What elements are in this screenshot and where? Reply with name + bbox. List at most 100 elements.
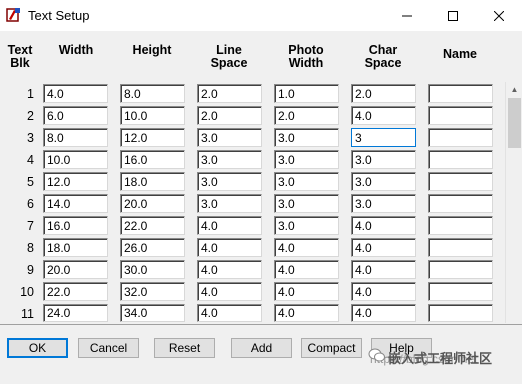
photo-width-field[interactable] [274, 304, 339, 322]
height-field[interactable] [120, 216, 185, 235]
watermark-brand: 嵌入式工程师社区 [388, 351, 493, 366]
row-number: 2 [27, 109, 34, 123]
width-field[interactable] [43, 282, 108, 301]
line-space-field[interactable] [197, 216, 262, 235]
title-bar: Text Setup [0, 0, 522, 31]
line-space-field[interactable] [197, 238, 262, 257]
cancel-button[interactable]: Cancel [78, 338, 139, 358]
line-space-field[interactable] [197, 106, 262, 125]
window-title: Text Setup [28, 8, 90, 23]
name-field[interactable] [428, 128, 493, 147]
header-text-blk: Text Blk [7, 43, 33, 70]
width-field[interactable] [43, 238, 108, 257]
width-field[interactable] [43, 106, 108, 125]
name-field[interactable] [428, 194, 493, 213]
char-space-field[interactable] [351, 282, 416, 301]
height-field[interactable] [120, 128, 185, 147]
close-button[interactable] [476, 0, 522, 31]
width-field[interactable] [43, 150, 108, 169]
height-field[interactable] [120, 150, 185, 169]
height-field[interactable] [120, 84, 185, 103]
photo-width-field[interactable] [274, 282, 339, 301]
name-field[interactable] [428, 150, 493, 169]
photo-width-field[interactable] [274, 216, 339, 235]
name-field[interactable] [428, 172, 493, 191]
header-width: Width [58, 43, 94, 57]
line-space-field[interactable] [197, 128, 262, 147]
line-space-field[interactable] [197, 84, 262, 103]
photo-width-field[interactable] [274, 172, 339, 191]
header-line-space: Line Space [210, 43, 248, 70]
char-space-field[interactable] [351, 150, 416, 169]
divider [0, 324, 522, 325]
width-field[interactable] [43, 172, 108, 191]
width-field[interactable] [43, 260, 108, 279]
row-number: 5 [27, 175, 34, 189]
minimize-button[interactable] [384, 0, 430, 31]
height-field[interactable] [120, 282, 185, 301]
ok-button[interactable]: OK [7, 338, 68, 358]
photo-width-field[interactable] [274, 106, 339, 125]
width-field[interactable] [43, 194, 108, 213]
name-field[interactable] [428, 106, 493, 125]
line-space-field[interactable] [197, 194, 262, 213]
row-number: 7 [27, 219, 34, 233]
line-space-field[interactable] [197, 260, 262, 279]
row-number: 10 [20, 285, 34, 299]
name-field[interactable] [428, 260, 493, 279]
row-number: 9 [27, 263, 34, 277]
photo-width-field[interactable] [274, 84, 339, 103]
width-field[interactable] [43, 216, 108, 235]
vertical-scrollbar[interactable]: ▲ [505, 82, 522, 323]
char-space-field[interactable] [351, 172, 416, 191]
name-field[interactable] [428, 84, 493, 103]
name-field[interactable] [428, 216, 493, 235]
reset-button[interactable]: Reset [154, 338, 215, 358]
row-number: 11 [21, 307, 34, 321]
width-field[interactable] [43, 128, 108, 147]
char-space-field[interactable] [351, 84, 416, 103]
height-field[interactable] [120, 304, 185, 322]
height-field[interactable] [120, 194, 185, 213]
height-field[interactable] [120, 238, 185, 257]
height-field[interactable] [120, 260, 185, 279]
line-space-field[interactable] [197, 150, 262, 169]
wechat-icon [368, 348, 385, 362]
photo-width-field[interactable] [274, 128, 339, 147]
photo-width-field[interactable] [274, 150, 339, 169]
header-char-space: Char Space [364, 43, 402, 70]
row-number: 6 [27, 197, 34, 211]
close-icon [494, 10, 504, 21]
name-field[interactable] [428, 282, 493, 301]
char-space-field[interactable] [351, 304, 416, 322]
height-field[interactable] [120, 172, 185, 191]
char-space-field[interactable] [351, 106, 416, 125]
height-field[interactable] [120, 106, 185, 125]
scroll-thumb[interactable] [508, 98, 521, 148]
line-space-field[interactable] [197, 172, 262, 191]
app-icon [6, 8, 20, 22]
width-field[interactable] [43, 304, 108, 322]
maximize-button[interactable] [430, 0, 476, 31]
name-field[interactable] [428, 238, 493, 257]
row-number: 4 [27, 153, 34, 167]
line-space-field[interactable] [197, 304, 262, 322]
char-space-field[interactable] [351, 216, 416, 235]
photo-width-field[interactable] [274, 194, 339, 213]
compact-button[interactable]: Compact [301, 338, 362, 358]
char-space-field-focused[interactable] [351, 128, 416, 147]
width-field[interactable] [43, 84, 108, 103]
char-space-field[interactable] [351, 260, 416, 279]
add-button[interactable]: Add [231, 338, 292, 358]
photo-width-field[interactable] [274, 238, 339, 257]
name-field[interactable] [428, 304, 493, 322]
char-space-field[interactable] [351, 194, 416, 213]
header-height: Height [132, 43, 172, 57]
scroll-up-arrow-icon[interactable]: ▲ [506, 82, 522, 97]
row-number: 1 [27, 87, 34, 101]
photo-width-field[interactable] [274, 260, 339, 279]
line-space-field[interactable] [197, 282, 262, 301]
row-number: 3 [27, 131, 34, 145]
maximize-icon [448, 10, 458, 21]
char-space-field[interactable] [351, 238, 416, 257]
